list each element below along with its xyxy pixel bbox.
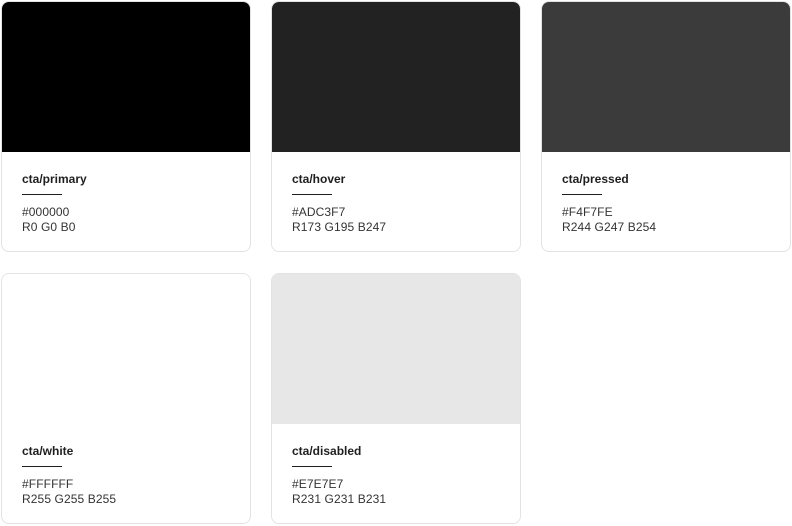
swatch-info: cta/white #FFFFFF R255 G255 B255: [22, 444, 238, 507]
swatch-divider: [22, 466, 62, 467]
swatch-rgb: R255 G255 B255: [22, 492, 117, 506]
color-swatch: [272, 274, 520, 424]
swatch-name: cta/pressed: [562, 172, 629, 186]
swatch-name: cta/hover: [292, 172, 346, 186]
color-swatch: [2, 274, 250, 424]
swatch-divider: [292, 466, 332, 467]
swatch-card-cta-disabled[interactable]: cta/disabled #E7E7E7 R231 G231 B231: [271, 273, 521, 524]
swatch-hex: #E7E7E7: [292, 477, 344, 491]
swatch-card-cta-pressed[interactable]: cta/pressed #F4F7FE R244 G247 B254: [541, 1, 791, 252]
swatch-name: cta/white: [22, 444, 74, 458]
swatch-rgb: R244 G247 B254: [562, 220, 657, 234]
swatch-info: cta/primary #000000 R0 G0 B0: [22, 172, 238, 235]
swatch-rgb: R231 G231 B231: [292, 492, 387, 506]
color-swatch: [542, 2, 790, 152]
swatch-hex: #000000: [22, 205, 70, 219]
swatch-hex: #ADC3F7: [292, 205, 346, 219]
swatch-divider: [22, 194, 62, 195]
swatch-rgb: R173 G195 B247: [292, 220, 387, 234]
swatch-rgb: R0 G0 B0: [22, 220, 76, 234]
swatch-divider: [292, 194, 332, 195]
swatch-info: cta/pressed #F4F7FE R244 G247 B254: [562, 172, 778, 235]
swatch-card-cta-primary[interactable]: cta/primary #000000 R0 G0 B0: [1, 1, 251, 252]
swatch-name: cta/primary: [22, 172, 87, 186]
swatch-card-cta-hover[interactable]: cta/hover #ADC3F7 R173 G195 B247: [271, 1, 521, 252]
color-swatch-grid: cta/primary #000000 R0 G0 B0 cta/hover #…: [0, 0, 792, 526]
swatch-info: cta/hover #ADC3F7 R173 G195 B247: [292, 172, 508, 235]
swatch-card-cta-white[interactable]: cta/white #FFFFFF R255 G255 B255: [1, 273, 251, 524]
swatch-name: cta/disabled: [292, 444, 362, 458]
swatch-hex: #FFFFFF: [22, 477, 74, 491]
color-swatch: [2, 2, 250, 152]
swatch-divider: [562, 194, 602, 195]
swatch-info: cta/disabled #E7E7E7 R231 G231 B231: [292, 444, 508, 507]
swatch-hex: #F4F7FE: [562, 205, 613, 219]
color-swatch: [272, 2, 520, 152]
